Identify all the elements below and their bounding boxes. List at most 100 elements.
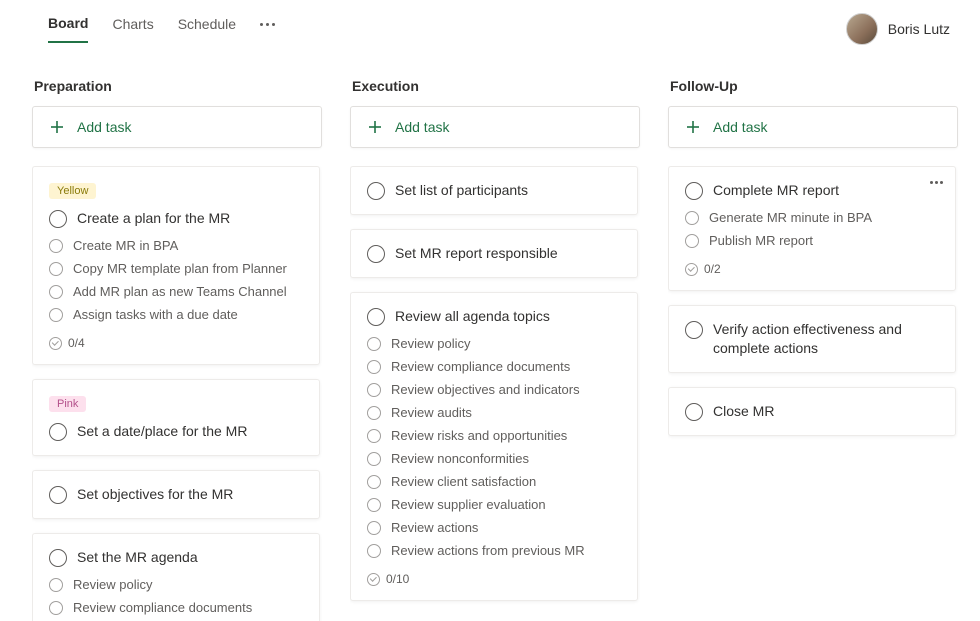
subtask-label: Review compliance documents: [391, 359, 570, 374]
card-title: Set objectives for the MR: [77, 485, 303, 504]
subtask[interactable]: Review client satisfaction: [367, 474, 621, 489]
tab-charts[interactable]: Charts: [112, 16, 153, 42]
subtask[interactable]: Publish MR report: [685, 233, 939, 248]
subtask[interactable]: Review policy: [367, 336, 621, 351]
subtask-toggle[interactable]: [367, 452, 381, 466]
task-card[interactable]: Set MR report responsible: [350, 229, 638, 278]
subtask-toggle[interactable]: [367, 406, 381, 420]
complete-toggle[interactable]: [685, 182, 703, 200]
card-title: Review all agenda topics: [395, 307, 621, 326]
card-title-row: Close MR: [685, 402, 939, 421]
add-task-button[interactable]: Add task: [668, 106, 958, 148]
user-menu[interactable]: Boris Lutz: [846, 13, 950, 45]
subtask[interactable]: Copy MR template plan from Planner: [49, 261, 303, 276]
complete-toggle[interactable]: [49, 549, 67, 567]
subtask[interactable]: Add MR plan as new Teams Channel: [49, 284, 303, 299]
subtask[interactable]: Review audits: [367, 405, 621, 420]
add-task-label: Add task: [713, 119, 767, 135]
subtask[interactable]: Review actions: [367, 520, 621, 535]
card-menu-icon[interactable]: [930, 181, 943, 184]
subtask-label: Publish MR report: [709, 233, 813, 248]
complete-toggle[interactable]: [685, 321, 703, 339]
subtask-label: Review actions: [391, 520, 478, 535]
complete-toggle[interactable]: [49, 210, 67, 228]
subtask-toggle[interactable]: [49, 285, 63, 299]
subtask-label: Review objectives and indicators: [391, 382, 580, 397]
subtask-toggle[interactable]: [685, 211, 699, 225]
subtask-label: Create MR in BPA: [73, 238, 178, 253]
subtask-label: Copy MR template plan from Planner: [73, 261, 287, 276]
subtask[interactable]: Review compliance documents: [367, 359, 621, 374]
subtask-counter: 0/10: [367, 572, 621, 586]
board: PreparationAdd taskYellowCreate a plan f…: [0, 48, 980, 621]
plus-icon: [367, 119, 383, 135]
plus-icon: [685, 119, 701, 135]
subtask-counter: 0/4: [49, 336, 303, 350]
complete-toggle[interactable]: [367, 308, 385, 326]
add-task-label: Add task: [77, 119, 131, 135]
subtask-toggle[interactable]: [367, 337, 381, 351]
subtask-toggle[interactable]: [367, 521, 381, 535]
task-card[interactable]: YellowCreate a plan for the MRCreate MR …: [32, 166, 320, 365]
subtask-toggle[interactable]: [49, 239, 63, 253]
subtask-toggle[interactable]: [685, 234, 699, 248]
task-card[interactable]: Set list of participants: [350, 166, 638, 215]
subtask-label: Add MR plan as new Teams Channel: [73, 284, 287, 299]
add-task-button[interactable]: Add task: [350, 106, 640, 148]
subtask[interactable]: Create MR in BPA: [49, 238, 303, 253]
subtask[interactable]: Review policy: [49, 577, 303, 592]
complete-toggle[interactable]: [49, 423, 67, 441]
subtask-label: Review risks and opportunities: [391, 428, 567, 443]
card-title: Complete MR report: [713, 181, 939, 200]
card-tag: Pink: [49, 396, 86, 412]
subtask-toggle[interactable]: [367, 383, 381, 397]
add-task-button[interactable]: Add task: [32, 106, 322, 148]
task-card[interactable]: PinkSet a date/place for the MR: [32, 379, 320, 456]
subtask[interactable]: Review compliance documents: [49, 600, 303, 615]
subtask[interactable]: Assign tasks with a due date: [49, 307, 303, 322]
card-title-row: Review all agenda topics: [367, 307, 621, 326]
task-card[interactable]: Complete MR report Generate MR minute in …: [668, 166, 956, 291]
complete-toggle[interactable]: [367, 182, 385, 200]
subtask-toggle[interactable]: [367, 360, 381, 374]
subtask[interactable]: Review actions from previous MR: [367, 543, 621, 558]
user-name: Boris Lutz: [888, 21, 950, 37]
subtask-label: Review client satisfaction: [391, 474, 536, 489]
card-title-row: Set objectives for the MR: [49, 485, 303, 504]
complete-toggle[interactable]: [49, 486, 67, 504]
complete-toggle[interactable]: [685, 403, 703, 421]
task-card[interactable]: Close MR: [668, 387, 956, 436]
tab-schedule[interactable]: Schedule: [178, 16, 236, 42]
task-card[interactable]: Review all agenda topics Review policy Rev…: [350, 292, 638, 601]
card-title: Verify action effectiveness and complete…: [713, 320, 939, 358]
subtask-list: Create MR in BPA Copy MR template plan fr…: [49, 238, 303, 322]
subtask-label: Review policy: [73, 577, 152, 592]
subtask-toggle[interactable]: [49, 601, 63, 615]
subtask-toggle[interactable]: [367, 544, 381, 558]
subtask-list: Review policy Review compliance documents: [49, 577, 303, 615]
subtask[interactable]: Review risks and opportunities: [367, 428, 621, 443]
more-icon[interactable]: [260, 23, 275, 36]
subtask-toggle[interactable]: [49, 262, 63, 276]
subtask-toggle[interactable]: [49, 308, 63, 322]
subtask-toggle[interactable]: [49, 578, 63, 592]
column-title: Execution: [350, 78, 640, 94]
subtask[interactable]: Review objectives and indicators: [367, 382, 621, 397]
subtask[interactable]: Generate MR minute in BPA: [685, 210, 939, 225]
subtask-toggle[interactable]: [367, 429, 381, 443]
task-card[interactable]: Set objectives for the MR: [32, 470, 320, 519]
subtask[interactable]: Review nonconformities: [367, 451, 621, 466]
card-title-row: Set MR report responsible: [367, 244, 621, 263]
subtask-toggle[interactable]: [367, 475, 381, 489]
subtask-toggle[interactable]: [367, 498, 381, 512]
check-circle-icon: [367, 573, 380, 586]
task-card[interactable]: Set the MR agendaReview policyReview com…: [32, 533, 320, 621]
tab-board[interactable]: Board: [48, 15, 88, 43]
complete-toggle[interactable]: [367, 245, 385, 263]
column: PreparationAdd taskYellowCreate a plan f…: [32, 78, 322, 621]
task-card[interactable]: Verify action effectiveness and complete…: [668, 305, 956, 373]
card-title-row: Set list of participants: [367, 181, 621, 200]
subtask-label: Review policy: [391, 336, 470, 351]
plus-icon: [49, 119, 65, 135]
subtask[interactable]: Review supplier evaluation: [367, 497, 621, 512]
